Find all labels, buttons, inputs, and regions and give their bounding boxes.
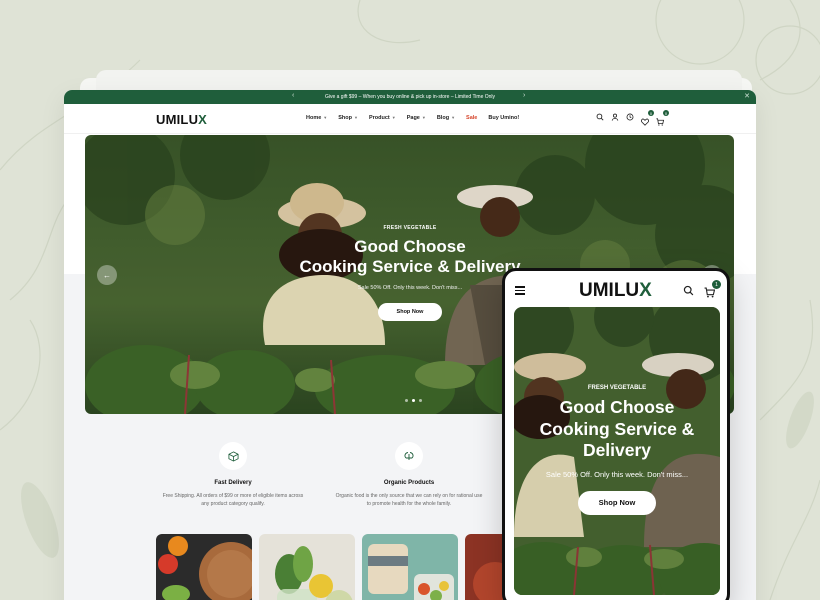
hero-eyebrow: FRESH VEGETABLE — [383, 225, 437, 231]
feature-description: Organic food is the only source that we … — [335, 493, 483, 507]
box-icon — [228, 450, 238, 462]
chevron-right-icon[interactable]: › — [523, 92, 525, 99]
announcement-bar: ‹ Give a gift $99 – When you buy online … — [64, 90, 756, 104]
slider-dot[interactable] — [419, 399, 422, 402]
menu-item-blog[interactable]: Blog ▼ — [437, 115, 455, 121]
mobile-hero: FRESH VEGETABLE Good Choose Cooking Serv… — [514, 307, 720, 595]
hamburger-menu-icon[interactable] — [515, 286, 525, 297]
mobile-header-icons: 1 — [683, 280, 721, 298]
wishlist-count-badge: 0 — [648, 110, 654, 116]
feature-description: Free Shipping. All orders of $99 or more… — [162, 493, 304, 507]
header-icons: 0 0 — [596, 110, 669, 126]
arrow-left-icon: ← — [103, 270, 111, 280]
close-icon[interactable]: ✕ — [744, 92, 750, 100]
main-navigation: UMILUX Home ▼ Shop ▼ Product ▼ Page ▼ Blog ▼ … — [64, 104, 756, 134]
cart-count-badge: 0 — [663, 110, 669, 116]
mobile-hero-content: FRESH VEGETABLE Good Choose Cooking Serv… — [514, 385, 720, 515]
leaf-recycle-icon — [404, 452, 414, 460]
category-tile-salads[interactable] — [259, 534, 355, 600]
feature-fast-delivery: Fast Delivery Free Shipping. All orders … — [152, 442, 314, 508]
heart-icon — [641, 118, 649, 126]
slider-prev-button[interactable]: ← — [97, 265, 117, 285]
hero-subtitle: Sale 50% Off. Only this week. Don't miss… — [545, 469, 689, 479]
feature-icon-wrap — [395, 442, 423, 470]
hero-eyebrow: FRESH VEGETABLE — [587, 385, 647, 391]
category-tile-lunchbox[interactable] — [362, 534, 458, 600]
chevron-down-icon: ▼ — [391, 115, 396, 120]
feature-title: Fast Delivery — [214, 480, 252, 486]
feature-title: Organic Products — [383, 480, 435, 486]
tile-image — [259, 534, 355, 600]
mobile-cart-button[interactable]: 1 — [704, 280, 721, 298]
search-icon[interactable] — [596, 113, 604, 121]
mobile-header: UMILUX 1 — [505, 271, 727, 307]
tile-image — [156, 534, 252, 600]
menu-item-product[interactable]: Product ▼ — [369, 115, 396, 121]
menu: Home ▼ Shop ▼ Product ▼ Page ▼ Blog ▼ Sale Bu… — [306, 115, 519, 121]
user-icon[interactable] — [611, 113, 619, 121]
menu-item-page[interactable]: Page ▼ — [407, 115, 426, 121]
cart-icon — [704, 287, 716, 298]
feature-organic-products: Organic Products Organic food is the onl… — [329, 442, 489, 508]
menu-item-buy[interactable]: Buy Umino! — [488, 115, 519, 121]
slider-dot[interactable] — [405, 399, 408, 402]
chevron-down-icon: ▼ — [451, 115, 456, 120]
logo[interactable]: UMILUX — [156, 112, 207, 127]
search-icon[interactable] — [683, 285, 694, 296]
cart-icon — [656, 118, 665, 126]
slider-dots — [405, 399, 422, 402]
shop-now-button[interactable]: Shop Now — [578, 490, 656, 515]
chevron-down-icon: ▼ — [323, 115, 328, 120]
feature-icon-wrap — [219, 442, 247, 470]
wishlist-button[interactable]: 0 — [641, 110, 654, 126]
mobile-logo[interactable]: UMILUX — [579, 280, 652, 302]
category-tile-vegetables[interactable] — [156, 534, 252, 600]
menu-item-shop[interactable]: Shop ▼ — [338, 115, 358, 121]
chevron-down-icon: ▼ — [421, 115, 426, 120]
announcement-text: Give a gift $99 – When you buy online & … — [324, 94, 496, 100]
slider-dot[interactable] — [412, 399, 415, 402]
compare-icon[interactable] — [626, 113, 634, 121]
menu-item-home[interactable]: Home ▼ — [306, 115, 327, 121]
chevron-down-icon: ▼ — [354, 115, 358, 120]
category-tiles — [156, 534, 561, 600]
menu-item-sale[interactable]: Sale — [466, 115, 477, 121]
tile-image — [362, 534, 458, 600]
cart-button[interactable]: 0 — [656, 110, 669, 126]
chevron-left-icon[interactable]: ‹ — [292, 92, 294, 99]
shop-now-button[interactable]: Shop Now — [378, 303, 442, 321]
hero-title: Good Choose Cooking Service & Delivery — [539, 397, 695, 460]
cart-count-badge: 1 — [712, 280, 721, 289]
mobile-preview: UMILUX 1 FRESH VEGETABLE Good Choose Coo… — [502, 268, 730, 600]
